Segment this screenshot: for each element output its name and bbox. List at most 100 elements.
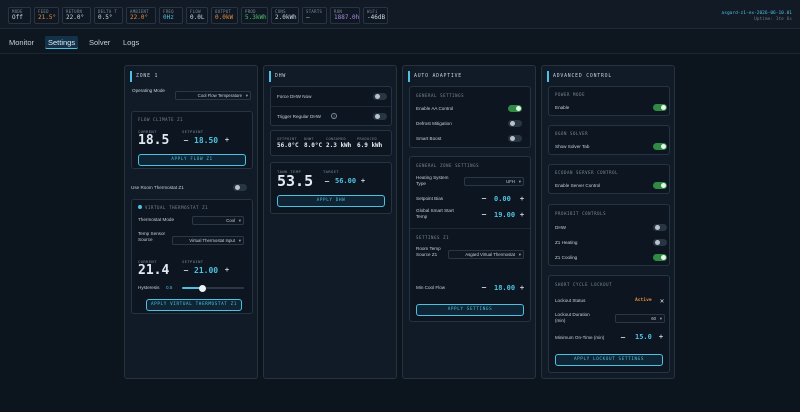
- settings-z1-title: SETTINGS Z1: [416, 235, 450, 240]
- status-delta-t: DELTA T 0.5°: [94, 7, 123, 24]
- dhw-decrease-button[interactable]: −: [323, 177, 331, 186]
- auto-adaptive-panel: AUTO ADAPTIVE GENERAL SETTINGS Enable AA…: [402, 65, 536, 379]
- enable-aa-label: Enable AA Control: [416, 106, 454, 111]
- operating-mode-label: Operating Mode: [132, 88, 165, 93]
- hysteresis-label: Hysteresis: [138, 285, 160, 290]
- use-room-thermostat-toggle[interactable]: [233, 184, 247, 191]
- advanced-control-panel: ADVANCED CONTROL POWER MODE Enable OGON …: [541, 65, 675, 379]
- status-value: -46dB: [367, 14, 386, 21]
- prohibit-dhw-toggle[interactable]: [653, 224, 667, 231]
- enable-aa-toggle[interactable]: [508, 105, 522, 112]
- close-icon[interactable]: ✕: [658, 297, 666, 305]
- lockout-status-value: Active: [635, 298, 652, 303]
- status-value: 0.5°: [98, 14, 113, 21]
- apply-lockout-button[interactable]: APPLY LOCKOUT SETTINGS: [555, 354, 663, 366]
- heating-type-label: Heating System Type: [416, 175, 449, 186]
- on-time-increase-button[interactable]: +: [657, 333, 665, 341]
- status-value: 22.0°: [130, 14, 149, 21]
- ogon-solver-card: OGON SOLVER Show Solver Tab: [548, 125, 670, 155]
- apply-virtual-thermostat-button[interactable]: APPLY VIRTUAL THERMOSTAT Z1: [146, 299, 242, 311]
- use-room-thermostat-label: Use Room Thermostat Z1: [131, 185, 184, 190]
- lockout-duration-select[interactable]: 60: [615, 314, 665, 323]
- tab-solver[interactable]: Solver: [86, 36, 113, 49]
- trigger-dhw-toggle[interactable]: [373, 113, 387, 120]
- smart-boost-toggle[interactable]: [508, 135, 522, 142]
- flow-increase-button[interactable]: +: [223, 136, 231, 144]
- force-dhw-label: Force DHW Now: [277, 94, 312, 99]
- hysteresis-slider[interactable]: [182, 284, 244, 292]
- setpoint-bias-label: Setpoint Bias: [416, 196, 444, 201]
- defrost-toggle[interactable]: [508, 120, 522, 127]
- dhw-title: DHW: [269, 71, 391, 82]
- auto-adaptive-title: AUTO ADAPTIVE: [408, 71, 530, 82]
- min-cool-flow-value: 18.00: [494, 284, 516, 292]
- prohibit-z1-heating-toggle[interactable]: [653, 239, 667, 246]
- short-cycle-card: SHORT CYCLE LOCKOUT Lockout Status Activ…: [548, 275, 670, 373]
- power-mode-card: POWER MODE Enable: [548, 86, 670, 116]
- trigger-dhw-label: Trigger Regular DHW: [277, 114, 321, 119]
- show-solver-toggle[interactable]: [653, 143, 667, 150]
- tab-settings[interactable]: Settings: [45, 36, 79, 49]
- defrost-label: Defrost Mitigation: [416, 121, 452, 126]
- prohibit-title: PROHIBIT CONTROLS: [555, 211, 607, 216]
- operating-mode-select[interactable]: Cool Flow Temperature: [175, 91, 251, 100]
- divider: [271, 106, 391, 107]
- flow-decrease-button[interactable]: −: [182, 136, 190, 145]
- vt-decrease-button[interactable]: −: [182, 266, 190, 275]
- global-smart-start-label: Global Smart Start Temp: [416, 208, 454, 219]
- status-prod: PROD 5.3kWh: [241, 7, 268, 24]
- bias-decrease-button[interactable]: −: [480, 194, 488, 203]
- flow-climate-card: FLOW CLIMATE Z1 CURRENT 18.5 SETPOINT − …: [131, 111, 253, 169]
- bias-increase-button[interactable]: +: [518, 195, 526, 203]
- vt-setpoint-label: SETPOINT: [182, 259, 204, 264]
- divider: [410, 228, 530, 229]
- room-temp-source-select[interactable]: Asgard Virtual Thermostat: [448, 250, 524, 259]
- enable-server-label: Enable Server Control: [555, 183, 601, 188]
- status-bar: MODE Off FEED 21.5° RETURN 22.0° DELTA T 0.5° AM…: [0, 0, 800, 29]
- flow-current-value: 18.5: [138, 133, 170, 148]
- prohibit-z1-cooling-toggle[interactable]: [653, 254, 667, 261]
- dhw-stat-setpoint: SETPOINT 56.0°C: [277, 137, 299, 149]
- prohibit-z1-heating-label: Z1 Heating: [555, 240, 578, 245]
- on-time-decrease-button[interactable]: −: [619, 333, 627, 342]
- thermostat-mode-select[interactable]: Cool: [192, 216, 244, 225]
- apply-flow-button[interactable]: APPLY FLOW Z1: [138, 154, 246, 166]
- temp-sensor-source-select[interactable]: Virtual Thermostat Input: [172, 236, 244, 245]
- apply-dhw-button[interactable]: APPLY DHW: [277, 195, 385, 207]
- help-icon[interactable]: ?: [331, 113, 337, 119]
- host-info: asgard-z1-ex-2026-06-10.01 Uptime: 1te 6…: [722, 11, 792, 23]
- tab-logs[interactable]: Logs: [120, 36, 142, 49]
- short-cycle-title: SHORT CYCLE LOCKOUT: [555, 282, 613, 287]
- flow-climate-title: FLOW CLIMATE Z1: [138, 117, 184, 122]
- hysteresis-handle[interactable]: [198, 284, 206, 292]
- radio-icon[interactable]: [138, 205, 142, 209]
- dhw-stat-consumed: CONSUMED 2.3 kWh: [326, 137, 352, 149]
- start-decrease-button[interactable]: −: [480, 210, 488, 219]
- status-value: 21.5°: [38, 14, 57, 21]
- status-return: RETURN 22.0°: [62, 7, 91, 24]
- setpoint-label: SETPOINT: [182, 129, 204, 134]
- thermostat-mode-label: Thermostat Mode: [138, 217, 174, 222]
- hysteresis-value: 0.5: [166, 285, 173, 290]
- prohibit-z1-cooling-label: Z1 Cooling: [555, 255, 578, 260]
- start-increase-button[interactable]: +: [518, 211, 526, 219]
- vt-increase-button[interactable]: +: [223, 266, 231, 274]
- zone1-panel: ZONE 1 Operating Mode Cool Flow Temperat…: [124, 65, 258, 379]
- enable-label: Enable: [555, 105, 570, 110]
- dhw-stat-dhwt: DHWT 8.0°C: [304, 137, 323, 149]
- general-settings-title: GENERAL SETTINGS: [416, 93, 465, 98]
- dhw-increase-button[interactable]: +: [359, 177, 367, 185]
- heating-type-select[interactable]: UFH: [464, 177, 524, 186]
- enable-toggle[interactable]: [653, 104, 667, 111]
- power-mode-title: POWER MODE: [555, 92, 586, 97]
- status-value: 2.0kWh: [275, 14, 297, 21]
- dhw-panel: DHW Force DHW Now Trigger Regular DHW ? …: [263, 65, 397, 379]
- dhw-target-value: 56.00: [335, 177, 357, 185]
- tab-monitor[interactable]: Monitor: [6, 36, 37, 49]
- enable-server-toggle[interactable]: [653, 182, 667, 189]
- force-dhw-toggle[interactable]: [373, 93, 387, 100]
- show-solver-label: Show Solver Tab: [555, 144, 590, 149]
- cool-flow-increase-button[interactable]: +: [518, 284, 526, 292]
- cool-flow-decrease-button[interactable]: −: [480, 283, 488, 292]
- apply-settings-button[interactable]: APPLY SETTINGS: [416, 304, 524, 316]
